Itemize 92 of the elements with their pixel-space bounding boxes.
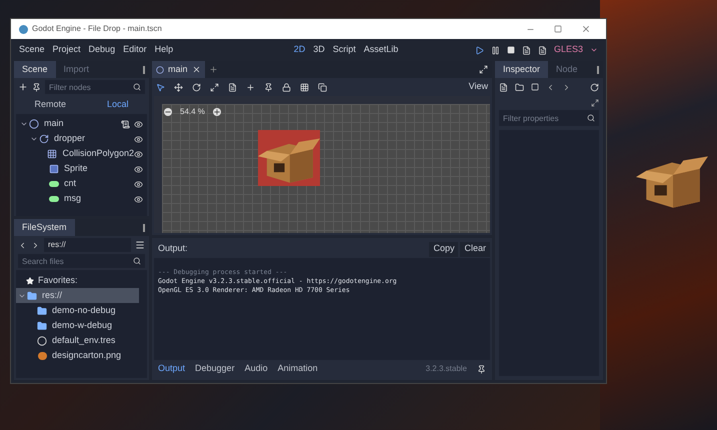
script-icon[interactable] [121, 120, 130, 128]
node-circle-icon [156, 66, 164, 74]
search-icon[interactable] [587, 114, 595, 122]
search-icon[interactable] [133, 257, 141, 265]
file-row[interactable]: designcarton.png [16, 348, 139, 363]
star-icon [26, 276, 34, 284]
view-menu[interactable]: View [468, 80, 488, 94]
file-row[interactable]: default_env.tres [16, 333, 139, 348]
back-icon[interactable] [546, 82, 555, 92]
label-node-icon [48, 196, 60, 202]
toolbar-tool-icon[interactable] [264, 82, 273, 92]
new-resource-icon[interactable] [499, 82, 508, 92]
fullscreen-icon[interactable] [479, 65, 488, 74]
dock-tab[interactable]: Inspector [495, 61, 548, 78]
pin-icon[interactable] [477, 364, 486, 374]
bottom-panel-tab[interactable]: Debugger [195, 362, 235, 376]
node-name[interactable]: cnt [64, 177, 134, 191]
folder-icon [36, 306, 48, 316]
menu-item[interactable]: Editor [119, 43, 151, 57]
zoom-in-icon[interactable] [212, 108, 221, 116]
visibility-eye-icon[interactable] [134, 134, 143, 144]
output-button[interactable]: Clear [460, 242, 490, 256]
mode-toggle[interactable]: Local [106, 98, 128, 112]
add-tab-icon[interactable] [208, 65, 218, 74]
menu-item[interactable]: Project [48, 43, 85, 57]
node-name[interactable]: main [44, 117, 121, 131]
load-folder-icon[interactable] [515, 82, 524, 92]
sprite-box-drawing [258, 130, 320, 186]
toolbar-tool-icon[interactable] [174, 82, 183, 92]
pause-icon[interactable] [490, 46, 500, 54]
root-node-icon [28, 119, 40, 129]
visibility-eye-icon[interactable] [134, 180, 143, 188]
file-row[interactable]: demo-no-debug [16, 303, 139, 318]
file-row[interactable]: res:// [16, 288, 139, 303]
menu-item[interactable]: Help [150, 43, 178, 57]
dock-tab[interactable]: Scene [14, 61, 56, 78]
file-name: demo-no-debug [52, 304, 116, 317]
mode-toggle[interactable]: Remote [34, 98, 66, 112]
zoom-out-icon[interactable] [164, 108, 172, 116]
sprite-node-icon [48, 164, 60, 174]
document-tab[interactable]: main [152, 61, 205, 78]
forward-icon[interactable] [31, 240, 40, 250]
list-view-icon[interactable] [135, 240, 145, 250]
workspace-tab[interactable]: AssetLib [364, 43, 398, 57]
toolbar-tool-icon[interactable] [156, 82, 165, 92]
folder-icon [36, 320, 48, 330]
file-name: demo-w-debug [52, 318, 112, 332]
renderer-label[interactable]: GLES3 [554, 43, 583, 57]
app-logo-icon [19, 24, 28, 34]
dock-tab[interactable]: FileSystem [14, 219, 75, 236]
menu-item[interactable]: Debug [84, 43, 120, 57]
visibility-eye-icon[interactable] [134, 194, 143, 204]
stop-icon[interactable] [506, 46, 515, 54]
forward-icon[interactable] [562, 82, 571, 92]
label-node-icon [48, 181, 60, 187]
output-button[interactable]: Copy [429, 242, 458, 256]
workspace-tab[interactable]: 2D [294, 43, 306, 57]
back-icon[interactable] [18, 240, 27, 250]
node-name[interactable]: Sprite [64, 162, 134, 176]
search-icon[interactable] [133, 83, 141, 91]
play-icon[interactable] [474, 46, 484, 54]
bottom-panel-tab[interactable]: Animation [278, 362, 318, 376]
node-name[interactable]: CollisionPolygon2 [62, 147, 134, 161]
file-row[interactable]: demo-w-debug [16, 318, 139, 333]
node-name[interactable]: msg [64, 192, 134, 206]
version-label: 3.2.3.stable [426, 363, 467, 375]
toolbar-tool-icon[interactable] [282, 82, 291, 92]
bottom-panel-tab[interactable]: Audio [244, 362, 268, 376]
zoom-level[interactable]: 54.4 % [180, 106, 205, 118]
output-title: Output: [157, 242, 189, 256]
visibility-eye-icon[interactable] [134, 164, 143, 174]
toolbar-tool-icon[interactable] [318, 82, 327, 92]
workspace-tab[interactable]: Script [332, 43, 356, 57]
toolbar-tool-icon[interactable] [246, 82, 255, 92]
collision-node-icon [46, 149, 58, 159]
workspace-tab[interactable]: 3D [313, 43, 325, 57]
path-field[interactable]: res:// [44, 238, 131, 252]
toolbar-tool-icon[interactable] [210, 82, 219, 92]
menu-item[interactable]: Scene [15, 43, 49, 57]
visibility-eye-icon[interactable] [134, 120, 143, 128]
window-title: Godot Engine - File Drop - main.tscn [32, 23, 163, 35]
node-name[interactable]: dropper [54, 132, 134, 146]
folder-icon [26, 290, 38, 300]
add-node-icon[interactable] [18, 82, 28, 92]
close-icon[interactable] [192, 65, 201, 74]
favorites-label[interactable]: Favorites: [38, 274, 78, 288]
file-name: designcarton.png [52, 348, 122, 362]
file-name: res:// [42, 288, 62, 302]
visibility-eye-icon[interactable] [134, 150, 143, 158]
dropdown-caret-icon[interactable] [590, 46, 598, 54]
bottom-panel-tab[interactable]: Output [158, 362, 186, 376]
file-name: default_env.tres [52, 334, 116, 347]
